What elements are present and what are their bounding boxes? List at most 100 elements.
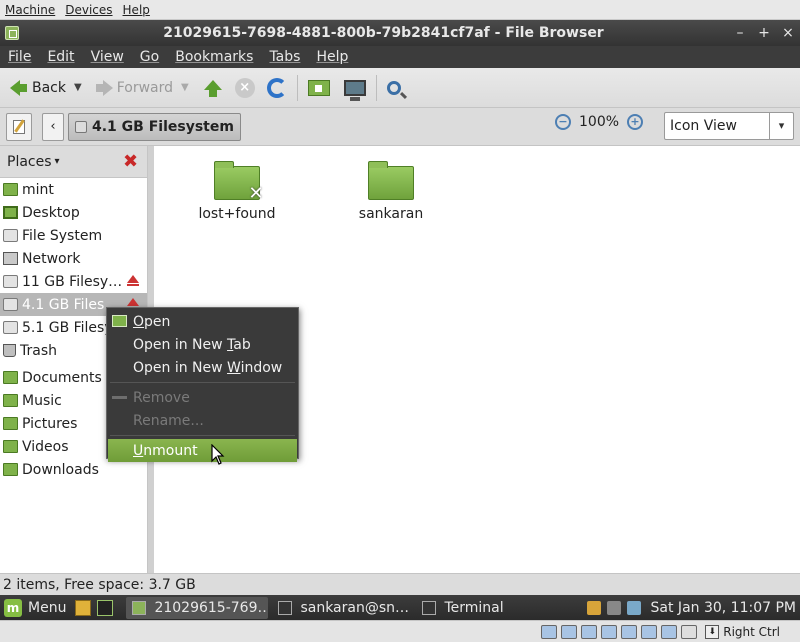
update-manager-icon[interactable] [586, 600, 601, 615]
sidebar-item-label: 4.1 GB Files… [22, 296, 119, 313]
reload-button[interactable] [263, 73, 291, 103]
mouse-integration-icon[interactable] [681, 624, 698, 639]
maximize-button[interactable]: + [752, 25, 776, 41]
menu-item-unmount[interactable]: Unmount [108, 439, 297, 462]
sidebar-item-mint[interactable]: mint [0, 178, 147, 201]
forward-history-dropdown-icon[interactable]: ▼ [181, 82, 189, 93]
task-file-browser[interactable]: 21029615-769… [126, 596, 269, 619]
view-mode-select[interactable]: Icon View ▾ [664, 112, 794, 140]
task-label: Terminal [444, 599, 504, 616]
file-browser-app-icon[interactable] [5, 26, 19, 40]
breadcrumb-current[interactable]: 4.1 GB Filesystem [68, 112, 241, 141]
computer-button[interactable] [340, 73, 370, 103]
menu-tabs[interactable]: Tabs [261, 49, 308, 65]
sidebar-item-file-system[interactable]: File System [0, 224, 147, 247]
forward-button[interactable]: Forward ▼ [92, 73, 193, 103]
back-history-dropdown-icon[interactable]: ▼ [74, 82, 82, 93]
host-menu-machine[interactable]: Machine [0, 3, 60, 17]
host-menu-devices[interactable]: Devices [60, 3, 117, 17]
host-menubar: Machine Devices Help [0, 0, 800, 20]
sidebar-item-label: Videos [22, 438, 69, 455]
network-icon[interactable] [626, 600, 641, 615]
back-button[interactable]: Back ▼ [6, 73, 86, 103]
mnemonic: O [133, 313, 145, 330]
menu-item-open[interactable]: Open [107, 310, 298, 333]
task-terminal-sankaran[interactable]: sankaran@sn… [272, 597, 412, 619]
file-item-sankaran[interactable]: sankaran [336, 161, 446, 222]
clock[interactable]: Sat Jan 30, 11:07 PM [651, 600, 796, 616]
terminal-launcher-icon[interactable] [97, 599, 114, 616]
cpu-icon[interactable] [661, 624, 678, 639]
folder-icon [3, 463, 18, 476]
zoom-out-icon[interactable]: − [555, 114, 571, 130]
window-titlebar: 21029615-7698-4881-800b-79b2841cf7af - F… [0, 20, 800, 46]
display-icon[interactable] [621, 624, 638, 639]
home-folder-icon [307, 79, 330, 96]
trash-icon [3, 344, 16, 357]
task-label: 21029615-769… [154, 599, 269, 616]
sidebar-item-label: 11 GB Filesy… [22, 273, 123, 290]
breadcrumb-back-button[interactable]: ‹ [42, 112, 64, 141]
minimize-button[interactable]: – [728, 25, 752, 41]
context-menu: Open Open in New Tab Open in New Window … [106, 307, 299, 462]
hard-disk-icon[interactable] [541, 624, 558, 639]
close-sidebar-icon[interactable]: ✖ [123, 153, 139, 171]
sidebar-item-11gb-filesystem[interactable]: 11 GB Filesy… [0, 270, 147, 293]
drive-icon [3, 229, 18, 242]
toggle-location-entry-button[interactable] [6, 112, 32, 141]
terminal-icon [422, 600, 437, 615]
menu-view[interactable]: View [83, 49, 132, 65]
menu-item-label: Remove [133, 389, 190, 406]
optical-drive-icon[interactable] [561, 624, 578, 639]
zoom-in-icon[interactable]: + [627, 114, 644, 130]
eject-icon[interactable] [127, 298, 139, 309]
menu-item-open-new-window[interactable]: Open in New Window [107, 356, 298, 379]
back-label: Back [32, 79, 66, 96]
menu-go[interactable]: Go [132, 49, 167, 65]
start-menu-button[interactable]: m Menu [0, 598, 72, 617]
panel-taskbar: m Menu 21029615-769… sankaran@sn… Termin… [0, 595, 800, 620]
drive-icon [3, 275, 18, 288]
reload-icon [266, 77, 287, 98]
sidebar-item-desktop[interactable]: Desktop [0, 201, 147, 224]
menu-edit[interactable]: Edit [39, 49, 82, 65]
folder-icon [3, 371, 18, 384]
shared-folders-icon[interactable] [601, 624, 618, 639]
breadcrumb-label: 4.1 GB Filesystem [92, 118, 234, 135]
up-button[interactable] [199, 73, 227, 103]
sidebar-item-network[interactable]: Network [0, 247, 147, 270]
computer-icon [343, 79, 366, 101]
network-adapter-icon[interactable] [641, 624, 658, 639]
stop-button[interactable]: × [231, 73, 259, 103]
sidebar-item-label: Desktop [22, 204, 80, 221]
host-key-indicator: ⬇ Right Ctrl [705, 624, 780, 639]
file-item-lost-found[interactable]: ✕ lost+found [182, 161, 292, 222]
forward-arrow-icon [95, 79, 113, 96]
search-button[interactable] [383, 73, 405, 103]
task-label: sankaran@sn… [300, 599, 410, 616]
usb-icon[interactable] [581, 624, 598, 639]
menu-item-open-new-tab[interactable]: Open in New Tab [107, 333, 298, 356]
menu-label: Menu [28, 599, 67, 616]
desktop-icon [3, 206, 18, 219]
menu-file[interactable]: File [0, 49, 39, 65]
sidebar-item-label: mint [22, 181, 54, 198]
task-terminal[interactable]: Terminal [416, 597, 556, 619]
search-icon [386, 80, 401, 95]
vm-status-bar: ⬇ Right Ctrl [0, 620, 800, 642]
close-button[interactable]: × [776, 25, 800, 41]
menu-bookmarks[interactable]: Bookmarks [167, 49, 261, 65]
host-menu-help[interactable]: Help [118, 3, 155, 17]
no-access-emblem-icon: ✕ [248, 183, 264, 204]
menu-help[interactable]: Help [308, 49, 356, 65]
sidebar-item-label: Music [22, 392, 62, 409]
location-bar: ‹ 4.1 GB Filesystem − 100% + Icon View ▾ [0, 108, 800, 146]
edit-location-icon [13, 119, 25, 134]
home-button[interactable] [304, 73, 334, 103]
mnemonic: W [227, 359, 241, 376]
volume-icon[interactable] [606, 600, 621, 615]
text-editor-launcher-icon[interactable] [75, 599, 92, 616]
terminal-icon [278, 600, 293, 615]
remove-icon [112, 396, 127, 399]
eject-icon[interactable] [127, 275, 139, 286]
